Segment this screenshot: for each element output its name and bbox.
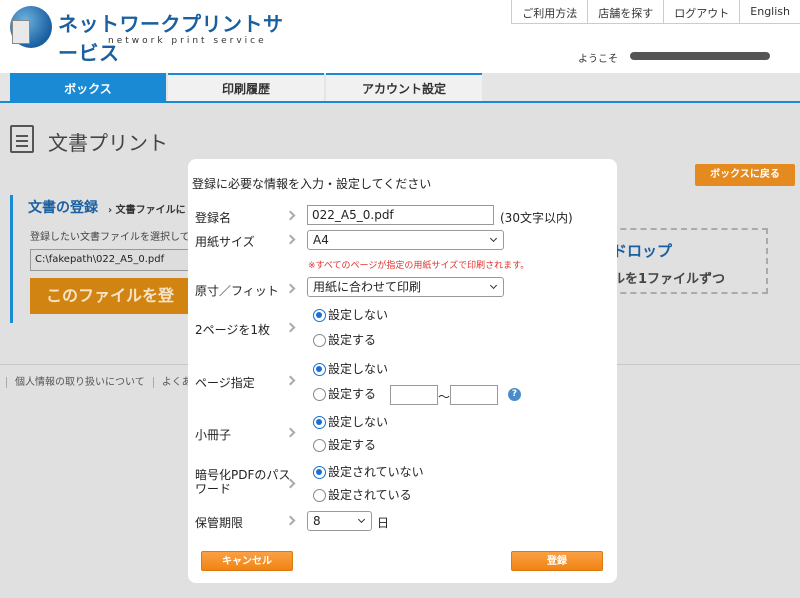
tab-print-history[interactable]: 印刷履歴 [168, 73, 324, 101]
fit-select[interactable]: 用紙に合わせて印刷 [307, 277, 504, 297]
page-title: 文書プリント [48, 131, 168, 155]
encrypt-radio-on[interactable]: 設定されている [313, 488, 412, 502]
encrypt-radio-off[interactable]: 設定されていない [313, 465, 424, 479]
chevron-right-icon [285, 375, 296, 386]
register-hint: 登録したい文書ファイルを選択して [30, 232, 190, 243]
drop-zone-hint: ルを1ファイルずつ [612, 272, 726, 287]
paper-size-note: ※すべてのページが指定の用紙サイズで印刷されます。 [308, 261, 530, 271]
dialog-title: 登録に必要な情報を入力・設定してください [192, 177, 432, 191]
top-link-english[interactable]: English [739, 0, 800, 24]
page-range-radio-off[interactable]: 設定しない [313, 362, 388, 376]
register-title: 文書の登録 [28, 200, 98, 216]
back-to-box-button[interactable]: ボックスに戻る [695, 164, 795, 186]
chevron-right-icon [285, 283, 296, 294]
document-icon [10, 125, 34, 153]
paper-size-select[interactable]: A4 [307, 230, 504, 250]
site-header: ネットワークプリントサービス network print service ご利用… [0, 0, 800, 72]
top-links: ご利用方法 店舗を探す ログアウト English [511, 0, 800, 24]
nup-radio-on[interactable]: 設定する [313, 333, 376, 347]
booklet-label: 小冊子 [195, 428, 232, 442]
booklet-radio-off[interactable]: 設定しない [313, 415, 388, 429]
page-range-separator: 〜 [438, 390, 451, 404]
chevron-right-icon [285, 234, 296, 245]
help-icon[interactable]: ? [508, 388, 521, 401]
register-breadcrumb: › 文書ファイルに [108, 205, 186, 216]
retention-label: 保管期限 [195, 516, 244, 530]
footer-links: 個人情報の取り扱いについて よくあ [6, 373, 200, 388]
register-dialog: 登録に必要な情報を入力・設定してください 登録名 022_A5_0.pdf (3… [188, 159, 617, 583]
chevron-right-icon [285, 515, 296, 526]
file-path-field[interactable]: C:\fakepath\022_A5_0.pdf [30, 249, 190, 271]
register-file-button[interactable]: このファイルを登 [30, 278, 190, 314]
logo-subtitle: network print service [108, 36, 267, 46]
tab-account-settings[interactable]: アカウント設定 [326, 73, 482, 101]
welcome-text: ようこそ [578, 54, 618, 65]
chevron-right-icon [285, 322, 296, 333]
cancel-button[interactable]: キャンセル [201, 551, 293, 571]
top-link-guide[interactable]: ご利用方法 [511, 0, 588, 24]
top-link-logout[interactable]: ログアウト [663, 0, 740, 24]
doc-name-hint: (30文字以内) [500, 211, 573, 225]
document-icon [12, 20, 30, 44]
footer-link-privacy[interactable]: 個人情報の取り扱いについて [6, 377, 153, 388]
logo[interactable]: ネットワークプリントサービス network print service [10, 4, 300, 65]
retention-unit: 日 [377, 516, 390, 530]
page-range-label: ページ指定 [195, 376, 255, 390]
nup-label: 2ページを1枚 [195, 323, 271, 337]
tab-box[interactable]: ボックス [10, 73, 166, 101]
submit-button[interactable]: 登録 [511, 551, 603, 571]
encrypt-label: 暗号化PDFのパスワード [195, 468, 291, 496]
retention-select[interactable]: 8 [307, 511, 372, 531]
drop-zone-title: ドロップ [612, 242, 673, 260]
main-nav: ボックス 印刷履歴 アカウント設定 [0, 73, 800, 103]
doc-name-label: 登録名 [195, 211, 232, 225]
redacted-username [630, 52, 770, 60]
doc-name-input[interactable]: 022_A5_0.pdf [307, 205, 494, 225]
chevron-right-icon [285, 427, 296, 438]
booklet-radio-on[interactable]: 設定する [313, 438, 376, 452]
fit-label: 原寸／フィット [195, 284, 279, 298]
top-link-stores[interactable]: 店舗を探す [587, 0, 664, 24]
paper-size-label: 用紙サイズ [195, 235, 255, 249]
nup-radio-off[interactable]: 設定しない [313, 308, 388, 322]
chevron-right-icon [285, 210, 296, 221]
page-range-end-input[interactable] [450, 385, 498, 405]
page-range-radio-on[interactable]: 設定する [313, 387, 376, 401]
page-range-start-input[interactable] [390, 385, 438, 405]
